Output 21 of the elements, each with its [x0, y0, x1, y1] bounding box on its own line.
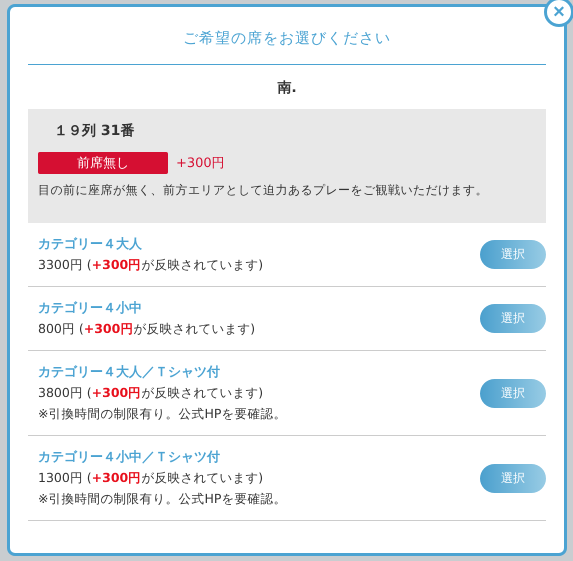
note-text: ※引換時間の制限有り。公式HPを要確認。 — [38, 406, 286, 423]
category-name: カテゴリー４小中 — [38, 300, 143, 317]
modal-title: ご希望の席をお選びください — [28, 7, 546, 65]
price-text: 3800円 (+300円が反映されています) — [38, 385, 264, 402]
seat-tag: 前席無し — [38, 152, 168, 174]
select-button[interactable]: 選択 — [480, 378, 546, 408]
price-text: 3300円 (+300円が反映されています) — [38, 257, 264, 274]
select-button[interactable]: 選択 — [480, 304, 546, 333]
seat-label: １９列 31番 — [53, 122, 136, 140]
category-name: カテゴリー４大人／Ｔシャツ付 — [38, 364, 221, 381]
category-name: カテゴリー４大人 — [38, 236, 143, 253]
price-text: 800円 (+300円が反映されています) — [38, 321, 256, 338]
price-text: 1300円 (+300円が反映されています) — [38, 470, 264, 487]
section-name: 南. — [276, 79, 298, 98]
select-button[interactable]: 選択 — [480, 464, 546, 492]
category-name: カテゴリー４小中／Ｔシャツ付 — [38, 449, 221, 466]
select-button[interactable]: 選択 — [480, 240, 546, 269]
surcharge: +300円 — [176, 155, 225, 172]
note-text: ※引換時間の制限有り。公式HPを要確認。 — [38, 491, 286, 508]
seat-description: 目の前に座席が無く、前方エリアとして迫力あるプレーをご観戦いただけます。 — [38, 182, 489, 199]
close-button[interactable]: × — [544, 0, 573, 27]
